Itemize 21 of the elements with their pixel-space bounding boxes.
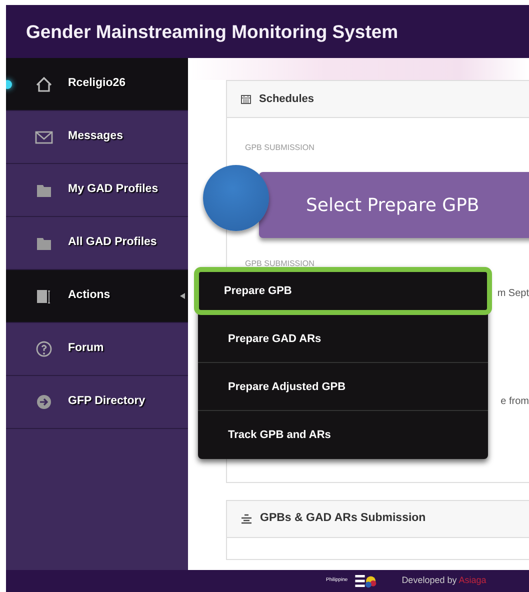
developer-credit: Developed by Asiaga [402, 574, 486, 588]
sidebar-item-label: GFP Directory [68, 394, 146, 410]
menu-item[interactable]: Track GPB and ARs [198, 411, 488, 459]
sidebar-item-label: Messages [68, 129, 123, 144]
sidebar-item-label: Actions [68, 288, 110, 304]
section-label: GPB SUBMISSION [244, 142, 316, 154]
app-title: Gender Mainstreaming Monitoring System [26, 20, 398, 44]
panel-title: GPBs & GAD ARs Submission [260, 511, 426, 526]
sidebar-item-label: Rceligio26 [68, 76, 126, 92]
schedule-text: m Sept [497, 286, 529, 301]
sidebar-item-label: My GAD Profiles [68, 182, 158, 198]
callout-banner: Select Prepare GPB [259, 172, 529, 238]
sidebar-item[interactable]: Rceligio26 [6, 58, 188, 111]
menu-item[interactable]: Prepare GPB [194, 267, 492, 315]
menu-item[interactable]: Prepare GAD ARs [198, 315, 488, 363]
section-label: GPB SUBMISSION [244, 258, 316, 270]
menu-item[interactable]: Prepare Adjusted GPB [198, 363, 488, 411]
panel-title: Schedules [259, 92, 314, 107]
sidebar-item-label: All GAD Profiles [68, 235, 157, 250]
sidebar-item-label: Forum [68, 341, 104, 356]
sidebar-item[interactable]: Actions [6, 270, 188, 323]
